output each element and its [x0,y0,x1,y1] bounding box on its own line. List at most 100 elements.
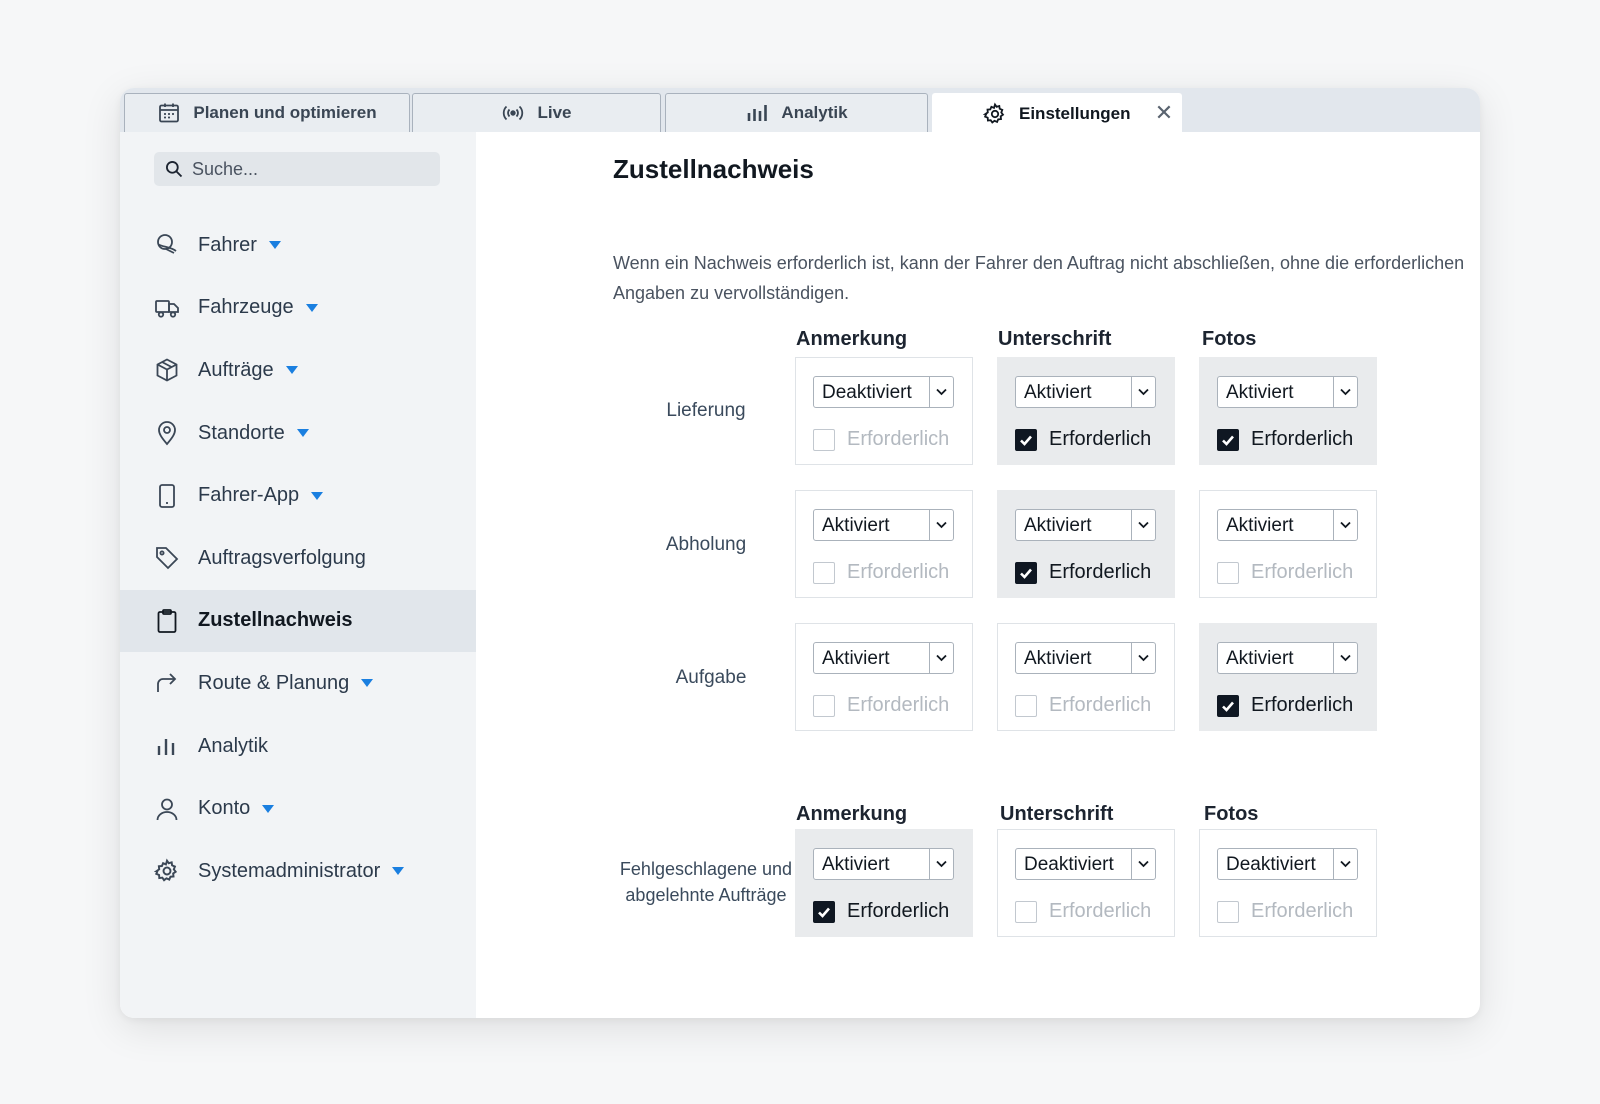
failed-fotos-required-checkbox[interactable] [1217,900,1239,923]
sidebar-item-konto[interactable]: Konto [120,777,476,840]
select-divider [929,377,930,407]
aufgabe-unterschrift-select[interactable]: Aktiviert [1015,642,1156,674]
live-signal-icon [503,105,524,121]
row-label-abholung: Abholung [665,534,747,555]
aufgabe-anmerkung-required-checkbox[interactable] [813,694,835,717]
sidebar-item-fahrer-app[interactable]: Fahrer-App [120,464,476,527]
lieferung-fotos-required-checkbox[interactable] [1217,428,1239,451]
row-label-lieferung: Lieferung [666,400,746,421]
required-label: Erforderlich [1049,428,1152,450]
chevron-down-icon [936,388,947,396]
required-label: Erforderlich [1251,694,1354,716]
failed-anmerkung-required-checkbox[interactable] [813,900,835,923]
lieferung-unterschrift-required: Erforderlich [1015,428,1151,451]
failed-unterschrift-select[interactable]: Deaktiviert [1015,848,1156,880]
search-field[interactable] [154,152,440,186]
caret-down-icon [392,867,405,876]
abholung-anmerkung-select[interactable]: Aktiviert [813,509,954,541]
tab-bar: Planen und optimieren Live Analytik Eins… [120,88,1480,133]
abholung-fotos-select[interactable]: Aktiviert [1217,509,1358,541]
lieferung-unterschrift-required-checkbox[interactable] [1015,428,1037,451]
abholung-unterschrift-select[interactable]: Aktiviert [1015,509,1156,541]
checkmark-icon [1222,701,1234,712]
row-label-aufgabe: Aufgabe [675,667,747,688]
lieferung-fotos-select[interactable]: Aktiviert [1217,376,1358,408]
sidebar-item-standorte[interactable]: Standorte [120,402,476,465]
tab-analytik[interactable]: Analytik [665,93,928,132]
tab-label: Einstellungen [1019,103,1131,123]
app-window: Planen und optimieren Live Analytik Eins… [120,88,1480,1018]
lieferung-anmerkung-required-checkbox[interactable] [813,428,835,451]
tab-planen-und-optimieren[interactable]: Planen und optimieren [124,93,410,132]
gear-icon [154,858,178,882]
caret-down-icon [296,429,309,438]
select-value: Deaktiviert [822,382,912,403]
abholung-anmerkung-required-checkbox[interactable] [813,561,835,584]
sidebar-item-route-planung[interactable]: Route & Planung [120,652,476,715]
close-tab-icon[interactable]: ✕ [1147,102,1181,124]
search-input[interactable] [190,157,434,181]
sidebar-item-fahrer[interactable]: Fahrer [120,214,476,277]
sidebar-item-systemadministrator[interactable]: Systemadministrator [120,840,476,903]
aufgabe-anmerkung-required: Erforderlich [813,694,949,717]
select-value: Deaktiviert [1024,854,1114,875]
chevron-down-icon [936,654,947,662]
main-content: Zustellnachweis Wenn ein Nachweis erford… [476,132,1480,1018]
required-label: Erforderlich [1049,900,1152,922]
required-label: Erforderlich [847,900,950,922]
sidebar-item-label: Fahrzeuge [198,296,294,319]
aufgabe-fotos-required-checkbox[interactable] [1217,694,1239,717]
column-header-anmerkung: Anmerkung [796,803,908,825]
lieferung-unterschrift-select[interactable]: Aktiviert [1015,376,1156,408]
select-divider [1131,849,1132,879]
failed-unterschrift-cell: Deaktiviert Erforderlich [997,829,1175,937]
tab-live[interactable]: Live [412,93,661,132]
sidebar-item-zustellnachweis[interactable]: Zustellnachweis [120,589,476,653]
sidebar-item-auftraege[interactable]: Aufträge [120,339,476,402]
chevron-down-icon [1340,654,1351,662]
chevron-down-icon [1138,860,1149,868]
required-label: Erforderlich [1251,561,1354,583]
failed-fotos-select[interactable]: Deaktiviert [1217,848,1358,880]
lieferung-anmerkung-required: Erforderlich [813,428,949,451]
sidebar-item-label: Analytik [198,734,269,757]
checkmark-icon [1020,568,1032,579]
select-divider [1333,643,1334,673]
aufgabe-fotos-select[interactable]: Aktiviert [1217,642,1358,674]
failed-anmerkung-select[interactable]: Aktiviert [813,848,954,880]
select-divider [1333,849,1334,879]
aufgabe-fotos-cell: Aktiviert Erforderlich [1199,623,1377,731]
select-value: Aktiviert [1024,382,1092,403]
lieferung-anmerkung-cell: Deaktiviert Erforderlich [795,357,973,465]
caret-down-icon [361,679,374,688]
abholung-fotos-cell: Aktiviert Erforderlich [1199,490,1377,598]
tab-einstellungen[interactable]: Einstellungen ✕ [932,93,1182,133]
sidebar-item-auftragsverfolgung[interactable]: Auftragsverfolgung [120,527,476,590]
row-label-failed-orders: Fehlgeschlagene und abgelehnte Aufträge [606,856,806,908]
aufgabe-anmerkung-select[interactable]: Aktiviert [813,642,954,674]
failed-unterschrift-required: Erforderlich [1015,900,1151,923]
sidebar-item-label: Standorte [198,421,285,444]
route-arrow-icon [157,673,177,693]
lieferung-anmerkung-select[interactable]: Deaktiviert [813,376,954,408]
tag-icon [156,547,179,570]
failed-unterschrift-required-checkbox[interactable] [1015,900,1037,923]
aufgabe-unterschrift-required: Erforderlich [1015,694,1151,717]
aufgabe-unterschrift-required-checkbox[interactable] [1015,694,1037,717]
column-header-fotos: Fotos [1204,803,1259,825]
location-pin-icon [158,421,176,446]
abholung-unterschrift-cell: Aktiviert Erforderlich [997,490,1175,598]
select-value: Aktiviert [1226,515,1294,536]
sidebar: Fahrer Fahrzeuge Aufträge [120,132,476,1018]
failed-anmerkung-cell: Aktiviert Erforderlich [795,829,973,937]
sidebar-item-analytik[interactable]: Analytik [120,715,476,778]
sidebar-item-fahrzeuge[interactable]: Fahrzeuge [120,277,476,340]
page-title: Zustellnachweis [613,154,814,184]
required-label: Erforderlich [1251,900,1354,922]
sidebar-item-label: Fahrer [198,233,257,256]
abholung-fotos-required-checkbox[interactable] [1217,561,1239,584]
failed-fotos-cell: Deaktiviert Erforderlich [1199,829,1377,937]
select-value: Aktiviert [822,854,890,875]
row-label-line: abgelehnte Aufträge [625,885,787,905]
abholung-unterschrift-required-checkbox[interactable] [1015,561,1037,584]
